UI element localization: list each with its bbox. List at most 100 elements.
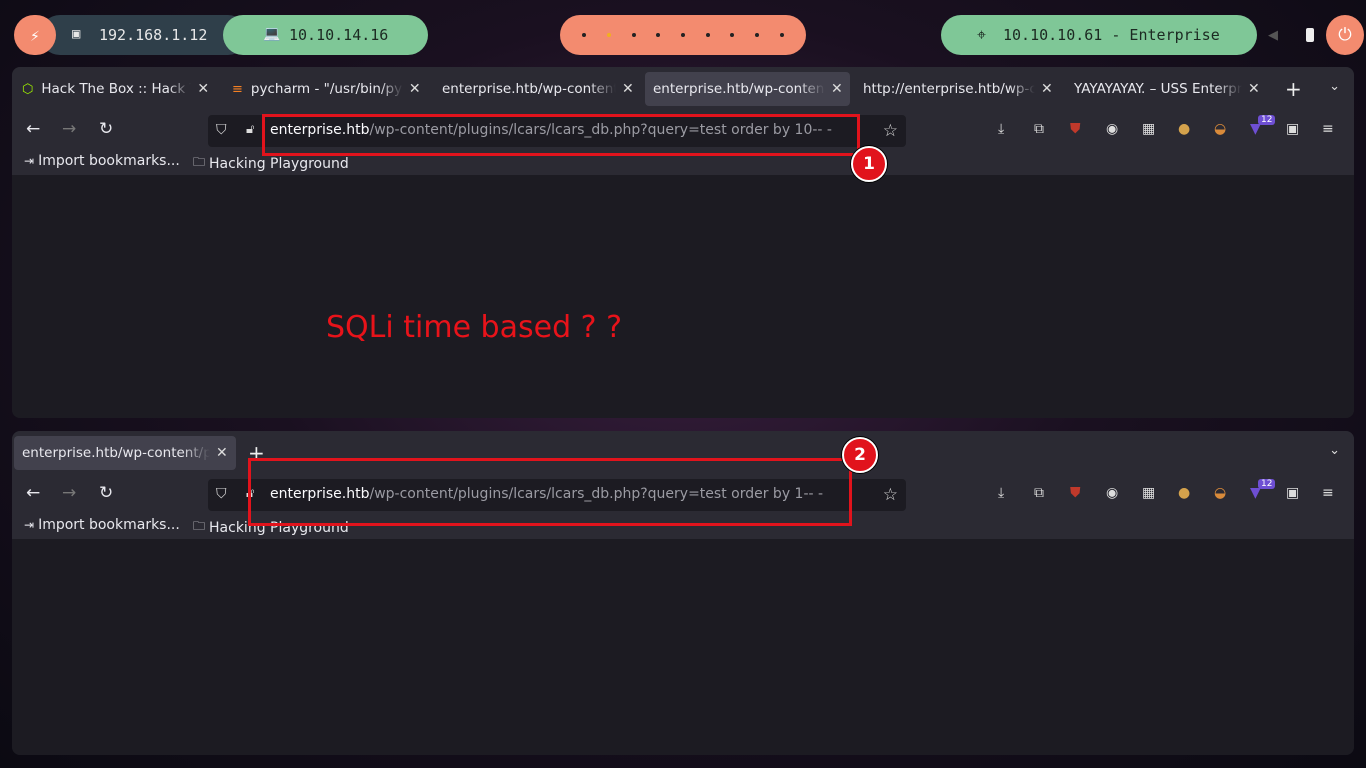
new-tab-button[interactable]: + — [1285, 77, 1302, 101]
workspace-4[interactable] — [656, 33, 661, 37]
tab-label: enterprise.htb/wp-content/plugins — [22, 445, 210, 461]
close-icon[interactable]: ✕ — [1041, 81, 1053, 97]
close-icon[interactable]: ✕ — [409, 81, 421, 97]
close-icon[interactable]: ✕ — [1248, 81, 1260, 97]
extensions-icon[interactable]: ⧉ — [1034, 485, 1044, 501]
tab-label: enterprise.htb/wp-content/plugins — [442, 81, 616, 97]
container-icon[interactable]: ▣ — [1286, 121, 1299, 137]
vpn-ip-pill: 💻 10.10.14.16 — [223, 15, 428, 55]
tab-enterprise[interactable]: enterprise.htb/wp-content/plugins ✕ — [14, 436, 236, 470]
download-icon[interactable]: ⤓ — [998, 121, 1004, 137]
workspace-2[interactable] — [606, 33, 611, 37]
shield-icon[interactable]: ⛉ — [216, 486, 227, 502]
annotation-marker-2: 2 — [842, 437, 878, 473]
bookmark-star-icon[interactable]: ☆ — [883, 485, 898, 505]
tab-pycharm[interactable]: ≡ pycharm - "/usr/bin/pycharm" ✕ — [232, 72, 421, 106]
tab-label: Hack The Box :: Hack The Box — [41, 81, 191, 97]
shield-ext-icon[interactable]: ▼ 12 — [1250, 479, 1276, 501]
local-ip: 192.168.1.12 — [99, 26, 208, 44]
shield-icon[interactable]: ⛉ — [216, 122, 227, 138]
forward-button[interactable]: → — [62, 119, 76, 139]
tab-enterprise-3[interactable]: http://enterprise.htb/wp-content ✕ — [863, 72, 1053, 106]
annotation-number: 1 — [863, 154, 875, 174]
lock-icon[interactable]: 🔓︎ — [246, 122, 254, 137]
tab-enterprise-2[interactable]: enterprise.htb/wp-content/plugins ✕ — [645, 72, 850, 106]
bookmark-star-icon[interactable]: ☆ — [883, 121, 898, 141]
stackoverflow-icon: ≡ — [232, 81, 243, 97]
workspace-8[interactable] — [754, 33, 759, 37]
workspace-switcher[interactable] — [560, 15, 806, 55]
bowl-icon[interactable]: ◒ — [1214, 485, 1226, 501]
workspace-1[interactable] — [582, 33, 587, 37]
tab-enterprise-1[interactable]: enterprise.htb/wp-content/plugins ✕ — [442, 72, 634, 106]
tab-label: enterprise.htb/wp-content/plugins — [653, 81, 825, 97]
annotation-box-2 — [248, 458, 852, 526]
glasses-icon[interactable]: ◉ — [1106, 485, 1118, 501]
power-icon: ⏻ — [1338, 25, 1352, 45]
kali-dragon-icon: ⚡ — [30, 25, 40, 45]
annotation-box-1 — [262, 114, 860, 156]
annotation-note: SQLi time based ? ? — [326, 310, 623, 345]
container-icon[interactable]: ▣ — [1286, 485, 1299, 501]
bowl-icon[interactable]: ◒ — [1214, 121, 1226, 137]
reload-button[interactable]: ↻ — [99, 483, 113, 503]
tab-hackthebox[interactable]: ⬡ Hack The Box :: Hack The Box ✕ — [22, 72, 209, 106]
import-bookmarks-link[interactable]: ⇥ Import bookmarks... — [24, 153, 180, 169]
import-icon: ⇥ — [24, 518, 35, 532]
folder-icon: 🗀 — [193, 155, 206, 169]
qr-icon[interactable]: ▦ — [1142, 485, 1155, 501]
import-bookmarks-link[interactable]: ⇥ Import bookmarks... — [24, 517, 180, 533]
battery-icon — [1306, 28, 1314, 42]
forward-button[interactable]: → — [62, 483, 76, 503]
back-button[interactable]: ← — [26, 119, 40, 139]
system-topbar: ▣ 192.168.1.12 💻 10.10.14.16 ⚡ ⌖ 10.10.1… — [0, 15, 1366, 55]
target-pill: ⌖ 10.10.10.61 - Enterprise — [941, 15, 1257, 55]
close-icon[interactable]: ✕ — [831, 81, 843, 97]
back-button[interactable]: ← — [26, 483, 40, 503]
cookie-icon[interactable]: ● — [1178, 485, 1190, 501]
import-bookmarks-label: Import bookmarks... — [38, 153, 180, 169]
annotation-marker-1: 1 — [851, 146, 887, 182]
hamburger-menu-icon[interactable]: ≡ — [1322, 121, 1334, 137]
ublock-icon[interactable]: ⛊ — [1070, 485, 1081, 501]
vpn-ip: 10.10.14.16 — [289, 26, 389, 44]
reload-button[interactable]: ↻ — [99, 119, 113, 139]
tab-label: YAYAYAYAY. – USS Enterprise — [1074, 81, 1242, 97]
workspace-6[interactable] — [705, 33, 710, 37]
glasses-icon[interactable]: ◉ — [1106, 121, 1118, 137]
tab-uss-enterprise[interactable]: YAYAYAYAY. – USS Enterprise ✕ — [1074, 72, 1260, 106]
close-icon[interactable]: ✕ — [216, 445, 228, 461]
close-icon[interactable]: ✕ — [622, 81, 634, 97]
workspace-9[interactable] — [779, 33, 784, 37]
chevron-down-icon[interactable]: ⌄ — [1329, 79, 1340, 94]
workspace-7[interactable] — [730, 33, 735, 37]
tab-label: pycharm - "/usr/bin/pycharm" — [250, 81, 403, 97]
kali-menu-button[interactable]: ⚡ — [14, 15, 56, 55]
htb-icon: ⬡ — [22, 81, 34, 97]
cookie-icon[interactable]: ● — [1178, 121, 1190, 137]
extension-badge: 12 — [1258, 479, 1276, 489]
hamburger-menu-icon[interactable]: ≡ — [1322, 485, 1334, 501]
workspace-3[interactable] — [631, 33, 636, 37]
shield-ext-icon[interactable]: ▼ 12 — [1250, 115, 1276, 137]
crosshair-icon: ⌖ — [977, 25, 987, 44]
workspace-5[interactable] — [680, 33, 685, 37]
power-button[interactable]: ⏻ — [1326, 15, 1364, 55]
laptop-icon: 💻 — [263, 26, 281, 42]
tab-strip: ⬡ Hack The Box :: Hack The Box ✕ ≡ pycha… — [12, 67, 1354, 111]
ublock-icon[interactable]: ⛊ — [1070, 121, 1081, 137]
extensions-icon[interactable]: ⧉ — [1034, 121, 1044, 137]
close-icon[interactable]: ✕ — [197, 81, 209, 97]
page-content: SQLi time based ? ? — [12, 180, 1354, 418]
tab-label: http://enterprise.htb/wp-content — [863, 81, 1035, 97]
local-ip-pill: ▣ 192.168.1.12 — [40, 15, 248, 55]
qr-icon[interactable]: ▦ — [1142, 121, 1155, 137]
volume-icon[interactable]: ◀ — [1268, 28, 1278, 43]
folder-icon: 🗀 — [193, 519, 206, 533]
download-icon[interactable]: ⤓ — [998, 485, 1004, 501]
chevron-down-icon[interactable]: ⌄ — [1329, 443, 1340, 458]
page-content — [12, 544, 1354, 755]
network-icon: ▣ — [72, 26, 81, 42]
hacking-playground-folder[interactable]: 🗀 Hacking Playground — [193, 153, 349, 174]
folder-label: Hacking Playground — [209, 155, 349, 172]
